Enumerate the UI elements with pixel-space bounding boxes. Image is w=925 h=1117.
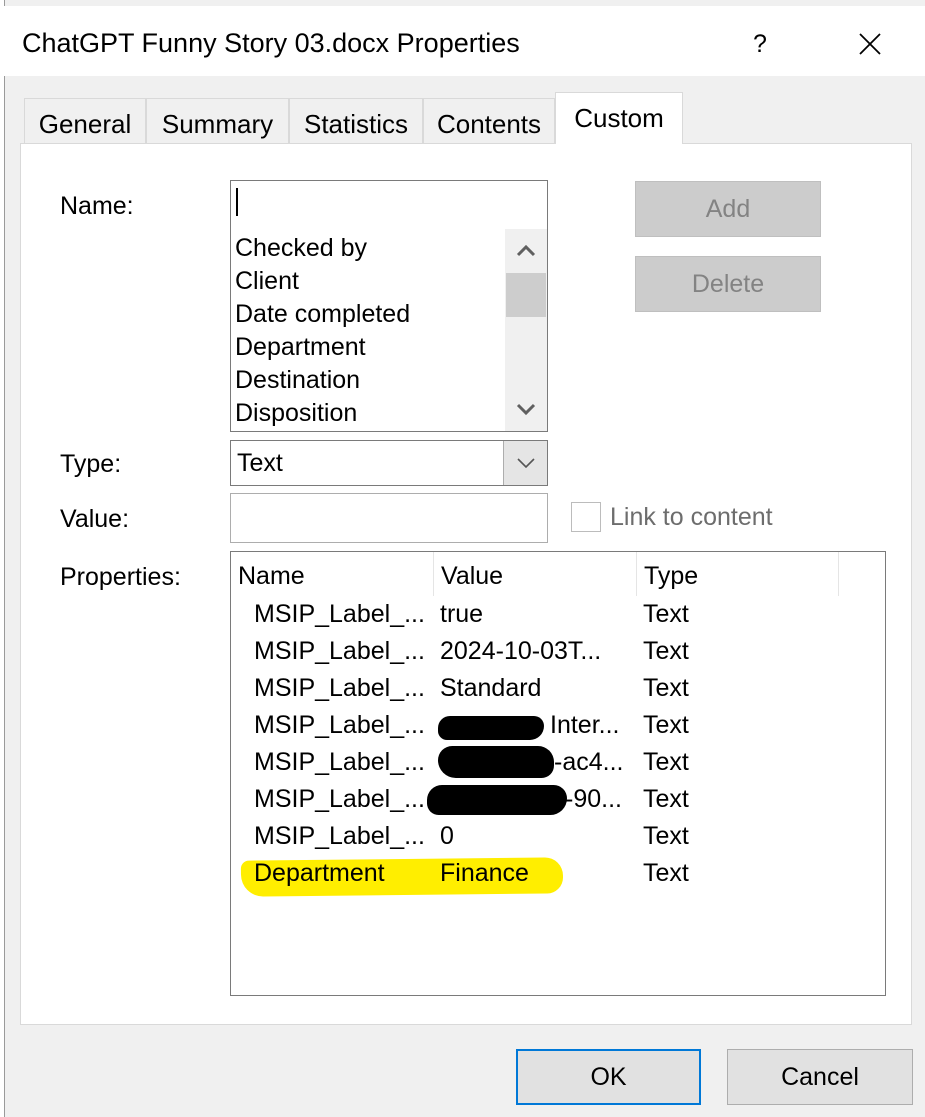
- cell-type: Text: [643, 859, 689, 887]
- cell-value: 0: [440, 822, 454, 850]
- help-icon: ?: [753, 29, 767, 58]
- type-label: Type:: [60, 450, 122, 478]
- cell-value: -ac4...: [554, 748, 624, 776]
- column-header-value[interactable]: Value: [434, 552, 637, 596]
- dialog-title: ChatGPT Funny Story 03.docx Properties: [22, 28, 520, 58]
- list-item[interactable]: Disposition: [235, 397, 410, 430]
- cell-value: Inter...: [550, 711, 620, 739]
- cell-name: MSIP_Label_...: [254, 637, 425, 665]
- table-row[interactable]: MSIP_Label_... -ac4... Text: [231, 744, 885, 781]
- close-icon: [859, 33, 881, 55]
- title-bar: ChatGPT Funny Story 03.docx Properties ?: [4, 6, 925, 76]
- link-to-content-checkbox[interactable]: [571, 502, 601, 532]
- cell-name: MSIP_Label_...: [254, 711, 425, 739]
- list-item[interactable]: Date completed: [235, 298, 410, 331]
- cell-value: -90...: [565, 785, 622, 813]
- table-row[interactable]: Department Finance Text: [231, 855, 885, 892]
- table-row[interactable]: MSIP_Label_... -90... Text: [231, 781, 885, 818]
- column-header-name[interactable]: Name: [231, 552, 434, 596]
- add-button[interactable]: Add: [635, 181, 821, 237]
- tab-statistics[interactable]: Statistics: [289, 98, 423, 144]
- name-input[interactable]: [230, 180, 548, 230]
- cell-type: Text: [643, 822, 689, 850]
- redaction-mark: [438, 716, 544, 740]
- properties-label: Properties:: [60, 563, 181, 591]
- link-to-content-label: Link to content: [610, 503, 773, 531]
- value-label: Value:: [60, 505, 130, 533]
- chevron-down-icon: [516, 403, 536, 416]
- cell-type: Text: [643, 674, 689, 702]
- cell-name: MSIP_Label_...: [254, 822, 425, 850]
- dropdown-arrow-button[interactable]: [503, 441, 547, 485]
- cell-type: Text: [643, 711, 689, 739]
- list-item[interactable]: Destination: [235, 364, 410, 397]
- table-row[interactable]: MSIP_Label_... Inter... Text: [231, 707, 885, 744]
- chevron-down-icon: [516, 458, 535, 468]
- scroll-down-button[interactable]: [505, 389, 547, 431]
- table-row[interactable]: MSIP_Label_... true Text: [231, 596, 885, 633]
- tab-custom[interactable]: Custom: [555, 92, 683, 144]
- cell-name: Department: [254, 859, 385, 887]
- list-item[interactable]: Client: [235, 265, 410, 298]
- cell-value: true: [440, 600, 484, 628]
- cell-type: Text: [643, 748, 689, 776]
- cell-type: Text: [643, 637, 689, 665]
- tab-summary[interactable]: Summary: [146, 98, 289, 144]
- properties-list[interactable]: Name Value Type MSIP_Label_... true Text…: [230, 551, 886, 996]
- text-caret: [236, 188, 238, 216]
- ok-button[interactable]: OK: [516, 1049, 701, 1105]
- cell-name: MSIP_Label_...: [254, 674, 425, 702]
- list-item[interactable]: Department: [235, 331, 410, 364]
- name-label: Name:: [60, 192, 134, 220]
- cell-name: MSIP_Label_...: [254, 748, 425, 776]
- scroll-thumb[interactable]: [506, 273, 546, 317]
- chevron-up-icon: [516, 244, 536, 257]
- tab-contents[interactable]: Contents: [423, 98, 555, 144]
- cell-value: 2024-10-03T...: [440, 637, 602, 665]
- scroll-up-button[interactable]: [505, 229, 547, 271]
- cell-value: Finance: [440, 859, 529, 887]
- list-scrollbar[interactable]: [505, 229, 547, 431]
- type-dropdown[interactable]: Text: [230, 440, 548, 486]
- column-header-type[interactable]: Type: [637, 552, 839, 596]
- redaction-mark: [438, 746, 554, 778]
- tab-general[interactable]: General: [24, 98, 146, 144]
- cell-type: Text: [643, 785, 689, 813]
- value-input[interactable]: [230, 493, 548, 543]
- redaction-mark: [427, 785, 567, 815]
- table-row[interactable]: MSIP_Label_... Standard Text: [231, 670, 885, 707]
- table-row[interactable]: MSIP_Label_... 0 Text: [231, 818, 885, 855]
- type-selected-value: Text: [237, 449, 283, 477]
- name-suggestion-list[interactable]: Checked by Client Date completed Departm…: [230, 229, 548, 432]
- cell-value: Standard: [440, 674, 542, 702]
- cell-name: MSIP_Label_...: [254, 785, 425, 813]
- table-row[interactable]: MSIP_Label_... 2024-10-03T... Text: [231, 633, 885, 670]
- list-item[interactable]: Checked by: [235, 232, 410, 265]
- cancel-button[interactable]: Cancel: [727, 1049, 913, 1105]
- help-button[interactable]: ?: [730, 16, 790, 72]
- cell-type: Text: [643, 600, 689, 628]
- delete-button[interactable]: Delete: [635, 256, 821, 312]
- cell-name: MSIP_Label_...: [254, 600, 425, 628]
- close-button[interactable]: [840, 16, 900, 72]
